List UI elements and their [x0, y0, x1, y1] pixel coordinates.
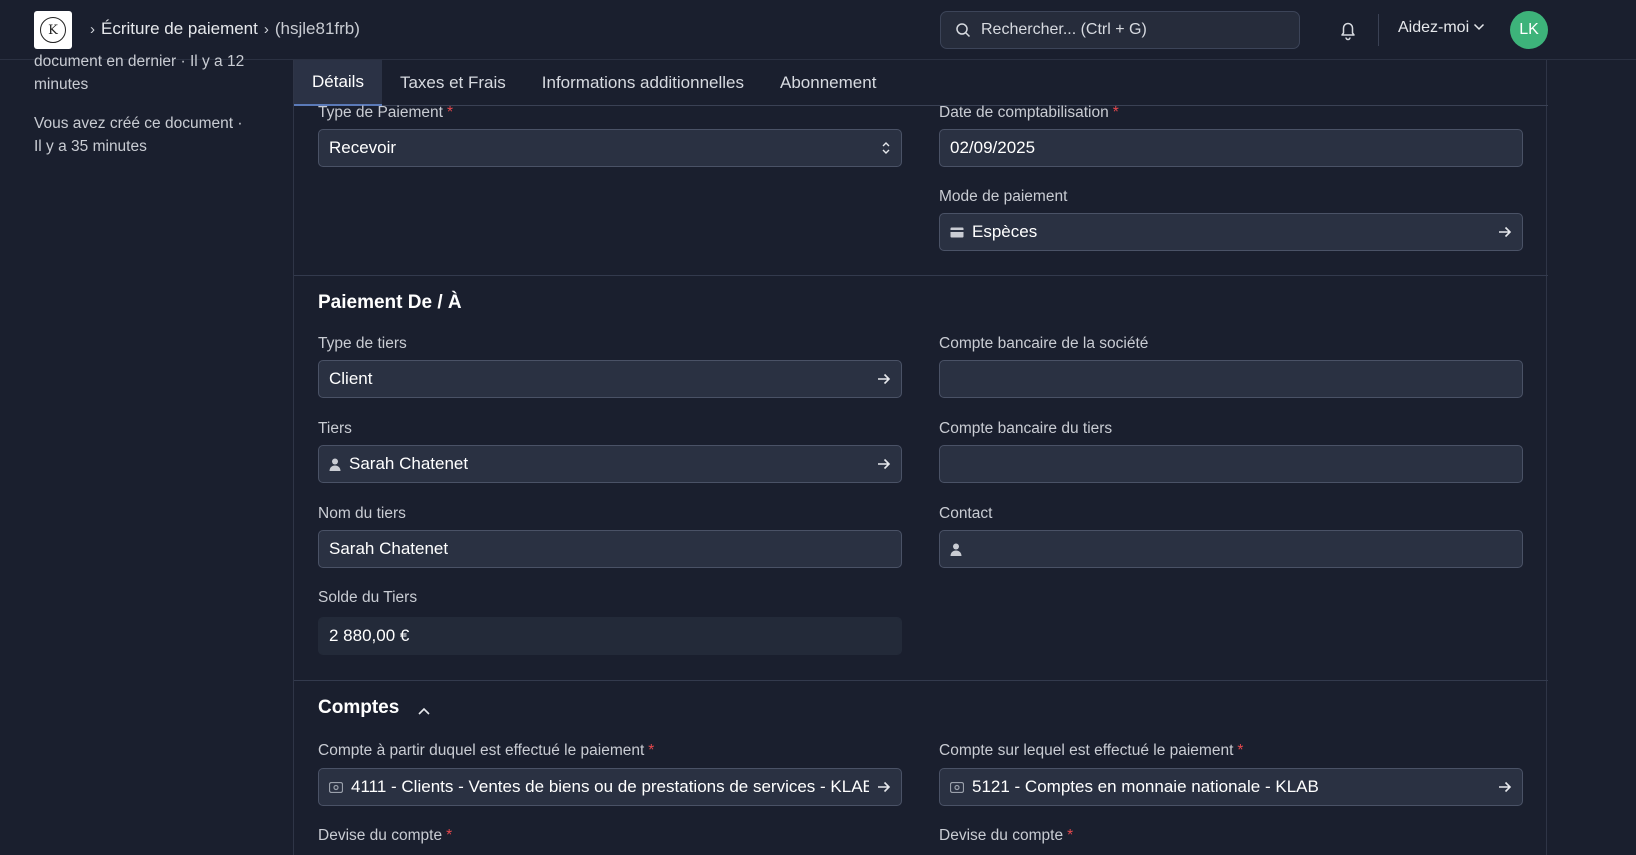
company-bank-label: Compte bancaire de la société	[939, 335, 1149, 352]
party-value: Sarah Chatenet	[349, 454, 469, 473]
posting-date-value: 02/09/2025	[950, 138, 1036, 157]
payment-type-value: Recevoir	[329, 138, 397, 157]
account-icon	[950, 781, 964, 793]
activity-log: document en dernier · Il y a 12 minutes …	[34, 50, 254, 174]
activity-item: Vous avez créé ce document · Il y a 35 m…	[34, 115, 243, 155]
navbar-divider	[1378, 14, 1379, 46]
party-type-link[interactable]: Client	[318, 360, 902, 398]
app-logo[interactable]: K	[34, 11, 72, 49]
section-divider	[294, 275, 1548, 276]
party-name-label: Nom du tiers	[318, 505, 406, 522]
form-tabs: Détails Taxes et Frais Informations addi…	[294, 60, 1548, 106]
chevron-up-icon[interactable]	[417, 703, 431, 721]
chevron-down-icon	[1473, 22, 1485, 34]
paid-to-label: Compte sur lequel est effectué le paieme…	[939, 742, 1244, 759]
accounts-section-heading: Comptes	[318, 697, 400, 718]
paid-to-link[interactable]: 5121 - Comptes en monnaie nationale - KL…	[939, 768, 1523, 806]
tab-additional-info[interactable]: Informations additionnelles	[524, 60, 762, 106]
arrow-right-icon[interactable]	[877, 458, 891, 470]
breadcrumb-doc-id: (hsjle81frb)	[274, 19, 360, 38]
paid-from-link[interactable]: 4111 - Clients - Ventes de biens ou de p…	[318, 768, 902, 806]
tab-subscription[interactable]: Abonnement	[762, 60, 894, 106]
arrow-right-icon[interactable]	[1498, 226, 1512, 238]
contact-link[interactable]	[939, 530, 1523, 568]
party-name-input[interactable]: Sarah Chatenet	[318, 530, 902, 568]
account-icon	[329, 781, 343, 793]
paid-to-value: 5121 - Comptes en monnaie nationale - KL…	[972, 777, 1319, 796]
breadcrumb-page-link[interactable]: Écriture de paiement	[101, 19, 258, 39]
breadcrumb: › Écriture de paiement › (hsjle81frb)	[88, 19, 360, 39]
payment-mode-link[interactable]: Espèces	[939, 213, 1523, 251]
currency-from-label: Devise du compte *	[318, 827, 453, 844]
party-balance-display: 2 880,00 €	[318, 617, 902, 655]
company-bank-input[interactable]	[939, 360, 1523, 398]
section-divider	[294, 680, 1548, 681]
arrow-right-icon[interactable]	[877, 781, 891, 793]
tab-details[interactable]: Détails	[294, 60, 382, 106]
party-bank-label: Compte bancaire du tiers	[939, 420, 1113, 437]
search-placeholder: Rechercher... (Ctrl + G)	[981, 21, 1147, 38]
credit-card-icon	[950, 227, 964, 238]
party-balance-value: 2 880,00 €	[329, 626, 410, 645]
party-section-heading: Paiement De / À	[318, 292, 462, 313]
search-bar[interactable]: Rechercher... (Ctrl + G)	[940, 11, 1300, 49]
activity-item: document en dernier · Il y a 12 minutes	[34, 53, 245, 93]
party-bank-input[interactable]	[939, 445, 1523, 483]
posting-date-label: Date de comptabilisation *	[939, 104, 1119, 121]
form-panel: Détails Taxes et Frais Informations addi…	[293, 60, 1548, 855]
party-label: Tiers	[318, 420, 352, 437]
help-dropdown[interactable]: Aidez-moi	[1398, 19, 1485, 37]
notifications-bell-icon[interactable]	[1336, 18, 1360, 42]
arrow-right-icon[interactable]	[1498, 781, 1512, 793]
payment-mode-value: Espèces	[972, 222, 1038, 241]
currency-to-label: Devise du compte *	[939, 827, 1074, 844]
contact-label: Contact	[939, 505, 993, 522]
user-avatar[interactable]: LK	[1510, 11, 1548, 49]
arrow-right-icon[interactable]	[877, 373, 891, 385]
party-type-value: Client	[329, 369, 373, 388]
help-label: Aidez-moi	[1398, 19, 1470, 36]
search-icon	[956, 23, 971, 38]
party-balance-label: Solde du Tiers	[318, 589, 418, 606]
party-name-value: Sarah Chatenet	[329, 539, 449, 558]
posting-date-input[interactable]: 02/09/2025	[939, 129, 1523, 167]
logo-mark-icon: K	[40, 17, 66, 43]
party-link[interactable]: Sarah Chatenet	[318, 445, 902, 483]
tab-taxes[interactable]: Taxes et Frais	[382, 60, 524, 106]
payment-type-select[interactable]: Recevoir	[318, 129, 902, 167]
user-icon	[950, 543, 962, 556]
breadcrumb-separator-icon: ›	[90, 20, 95, 38]
party-type-label: Type de tiers	[318, 335, 407, 352]
paid-from-value: 4111 - Clients - Ventes de biens ou de p…	[351, 777, 869, 796]
breadcrumb-separator-icon: ›	[263, 20, 269, 38]
payment-type-label: Type de Paiement *	[318, 104, 453, 121]
paid-from-label: Compte à partir duquel est effectué le p…	[318, 742, 655, 759]
select-updown-icon	[881, 140, 891, 156]
payment-mode-label: Mode de paiement	[939, 188, 1068, 205]
user-icon	[329, 458, 341, 471]
